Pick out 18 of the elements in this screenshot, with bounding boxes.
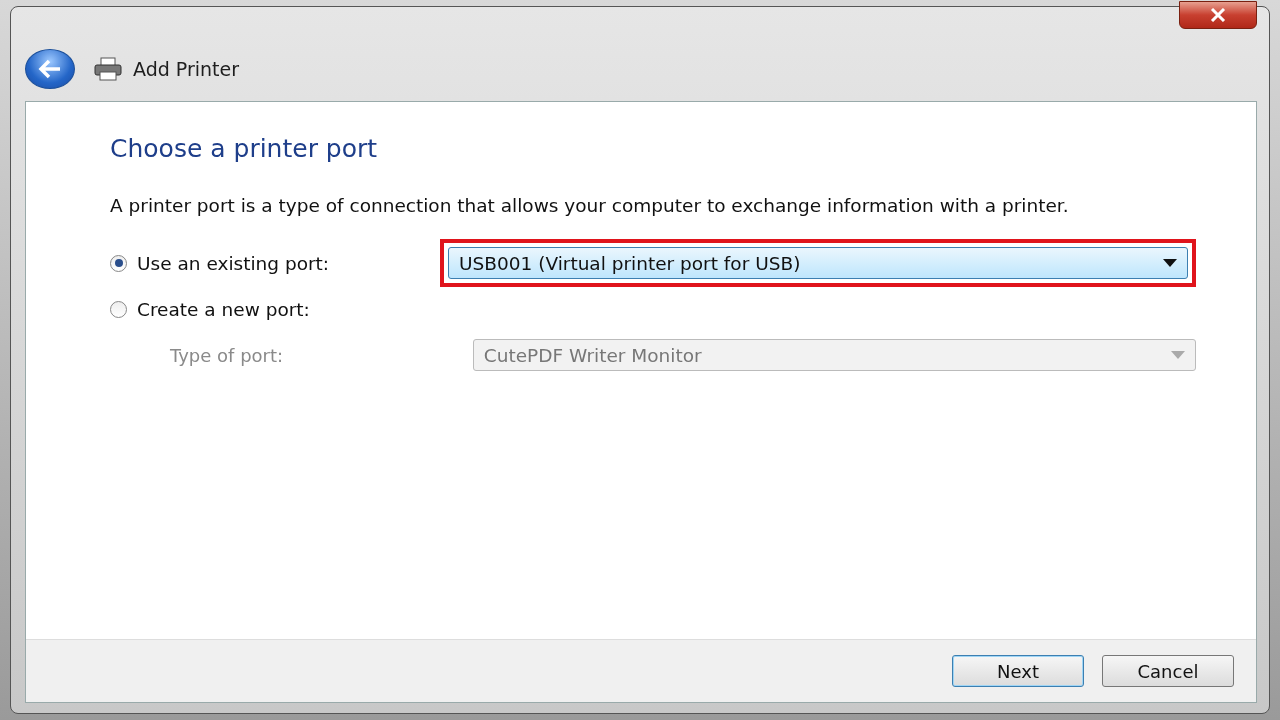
caret-icon [1163,259,1177,267]
printer-icon [93,57,123,81]
description-text: A printer port is a type of connection that allows your computer to exchange information with a printer. [110,195,1070,216]
close-button[interactable] [1179,1,1257,29]
radio-label[interactable]: Use an existing port: [137,252,330,274]
page-heading: Choose a printer port [110,134,379,163]
radio-button[interactable] [110,254,127,272]
port-type-label: Type of port: [169,344,285,366]
window-title: Add Printer [133,58,240,80]
dialog-button[interactable]: Cancel [1102,655,1234,687]
dialog-button[interactable]: Next [952,655,1084,687]
radio-label[interactable]: Create a new port: [137,298,310,320]
caret-icon [1171,351,1185,359]
close-icon [1210,8,1226,22]
radio-button[interactable] [110,300,127,318]
back-button[interactable] [25,49,75,89]
left-arrow-icon [38,59,62,79]
port-dropdown[interactable]: USB001 (Virtual printer port for USB) [448,247,1188,279]
